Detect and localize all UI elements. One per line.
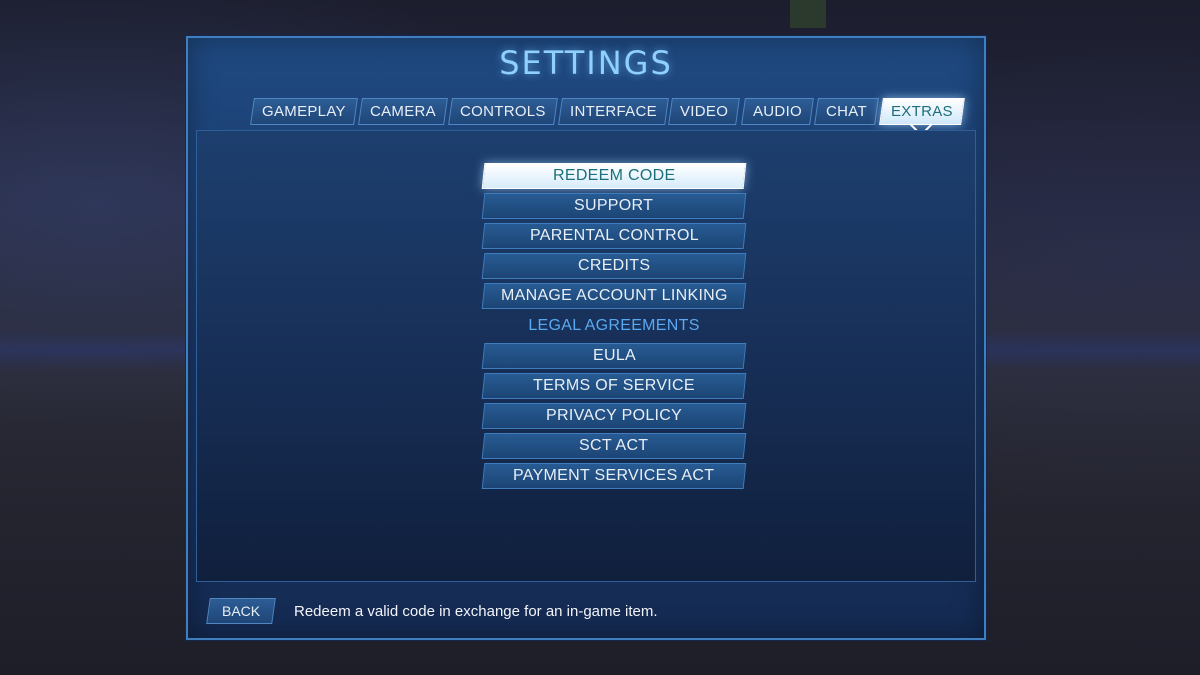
tab-label: INTERFACE — [569, 103, 657, 120]
back-button[interactable]: BACK — [206, 598, 276, 624]
page-title: SETTINGS — [499, 44, 673, 82]
credits-button[interactable]: CREDITS — [481, 253, 747, 279]
extras-menu: REDEEM CODE SUPPORT PARENTAL CONTROL CRE… — [481, 163, 747, 493]
menu-item-label: CREDITS — [577, 257, 651, 274]
tab-label: CAMERA — [369, 103, 436, 120]
background-post — [790, 0, 826, 28]
menu-item-label: TERMS OF SERVICE — [533, 377, 695, 394]
menu-item-label: EULA — [592, 347, 636, 364]
sct-act-button[interactable]: SCT ACT — [481, 433, 747, 459]
help-text: Redeem a valid code in exchange for an i… — [294, 602, 658, 620]
redeem-code-button[interactable]: REDEEM CODE — [481, 163, 747, 189]
back-button-label: BACK — [221, 603, 261, 619]
tab-chat[interactable]: CHAT — [813, 98, 879, 125]
tab-label: GAMEPLAY — [262, 103, 346, 120]
tab-label: CONTROLS — [459, 103, 546, 120]
menu-item-label: PAYMENT SERVICES ACT — [513, 467, 715, 484]
menu-item-label: REDEEM CODE — [552, 167, 676, 184]
tab-interface[interactable]: INTERFACE — [557, 98, 669, 125]
footer-bar: BACK Redeem a valid code in exchange for… — [206, 598, 658, 624]
settings-panel: SETTINGS GAMEPLAY CAMERA CONTROLS INTERF… — [186, 36, 986, 640]
menu-item-label: MANAGE ACCOUNT LINKING — [500, 287, 728, 304]
extras-content: REDEEM CODE SUPPORT PARENTAL CONTROL CRE… — [196, 130, 976, 582]
parental-control-button[interactable]: PARENTAL CONTROL — [481, 223, 747, 249]
menu-item-label: SCT ACT — [579, 437, 649, 454]
payment-services-act-button[interactable]: PAYMENT SERVICES ACT — [481, 463, 747, 489]
tab-label: VIDEO — [680, 103, 729, 120]
tab-controls[interactable]: CONTROLS — [447, 98, 558, 125]
tab-gameplay[interactable]: GAMEPLAY — [250, 98, 358, 125]
tab-label: CHAT — [825, 103, 867, 120]
legal-agreements-header: LEGAL AGREEMENTS — [528, 317, 700, 334]
terms-of-service-button[interactable]: TERMS OF SERVICE — [481, 373, 747, 399]
tab-video[interactable]: VIDEO — [668, 98, 741, 125]
support-button[interactable]: SUPPORT — [481, 193, 747, 219]
menu-item-label: SUPPORT — [574, 197, 654, 214]
tab-camera[interactable]: CAMERA — [357, 98, 448, 125]
tab-label: AUDIO — [752, 103, 802, 120]
tab-audio[interactable]: AUDIO — [740, 98, 814, 125]
tab-extras[interactable]: EXTRAS — [878, 98, 965, 137]
privacy-policy-button[interactable]: PRIVACY POLICY — [481, 403, 747, 429]
manage-account-linking-button[interactable]: MANAGE ACCOUNT LINKING — [481, 283, 747, 309]
settings-tabs: GAMEPLAY CAMERA CONTROLS INTERFACE VIDEO… — [250, 98, 965, 137]
menu-item-label: PARENTAL CONTROL — [529, 227, 699, 244]
eula-button[interactable]: EULA — [481, 343, 747, 369]
menu-item-label: PRIVACY POLICY — [545, 407, 683, 424]
